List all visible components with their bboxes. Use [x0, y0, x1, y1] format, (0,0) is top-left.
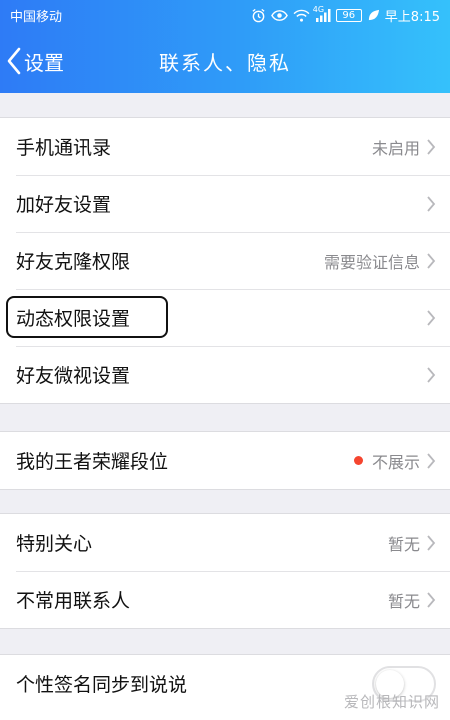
- row-feed-permission-settings[interactable]: 动态权限设置: [0, 289, 450, 346]
- wifi-icon: [293, 9, 310, 22]
- app-header: 中国移动 4G 96 早上8:15 设置 联系人、隐私: [0, 0, 450, 93]
- nav-bar: 设置 联系人、隐私: [0, 32, 450, 90]
- settings-group-game: 我的王者荣耀段位 不展示: [0, 431, 450, 490]
- chevron-right-icon: [426, 138, 436, 156]
- red-dot-badge: [353, 456, 363, 465]
- network-type: 4G: [312, 4, 325, 14]
- back-button-label: 设置: [24, 50, 64, 75]
- row-value: 暂无: [387, 534, 420, 554]
- alarm-icon: [251, 8, 266, 23]
- row-add-friend-settings[interactable]: 加好友设置: [0, 175, 450, 232]
- settings-group-contacts: 手机通讯录 未启用 加好友设置 好友克隆权限 需要验证信息 动态权限设置 好友微…: [0, 117, 450, 404]
- row-value: 未启用: [371, 138, 420, 158]
- eye-icon: [270, 9, 288, 22]
- chevron-right-icon: [426, 591, 436, 609]
- chevron-left-icon: [6, 47, 22, 75]
- row-infrequent-contacts[interactable]: 不常用联系人 暂无: [0, 571, 450, 628]
- row-phone-contacts[interactable]: 手机通讯录 未启用: [0, 118, 450, 175]
- row-friend-weishi-settings[interactable]: 好友微视设置: [0, 346, 450, 403]
- clock-time: 早上8:15: [384, 9, 440, 25]
- row-value: 暂无: [387, 591, 420, 611]
- back-button[interactable]: 设置: [6, 42, 64, 80]
- row-label: 手机通讯录: [16, 137, 112, 159]
- battery-indicator: 96: [335, 8, 362, 22]
- watermark: 爱创根知识网: [343, 693, 440, 711]
- carrier-name: 中国移动: [10, 9, 63, 25]
- chevron-right-icon: [426, 252, 436, 270]
- page-title: 联系人、隐私: [159, 50, 291, 75]
- row-label: 好友克隆权限: [16, 251, 131, 273]
- row-label: 加好友设置: [16, 194, 112, 216]
- row-friend-clone-permission[interactable]: 好友克隆权限 需要验证信息: [0, 232, 450, 289]
- chevron-right-icon: [426, 366, 436, 384]
- status-bar: 中国移动 4G 96 早上8:15: [0, 0, 450, 30]
- row-label: 我的王者荣耀段位: [16, 451, 169, 473]
- row-label: 个性签名同步到说说: [16, 674, 188, 696]
- row-special-care[interactable]: 特别关心 暂无: [0, 514, 450, 571]
- row-label: 动态权限设置: [16, 308, 131, 330]
- chevron-right-icon: [426, 195, 436, 213]
- row-label: 不常用联系人: [16, 590, 131, 612]
- leaf-icon: [367, 9, 380, 22]
- row-value: 需要验证信息: [323, 252, 420, 272]
- chevron-right-icon: [426, 309, 436, 327]
- row-honor-of-kings-rank[interactable]: 我的王者荣耀段位 不展示: [0, 432, 450, 489]
- chevron-right-icon: [426, 534, 436, 552]
- settings-group-special: 特别关心 暂无 不常用联系人 暂无: [0, 513, 450, 629]
- row-value: 不展示: [371, 452, 420, 472]
- chevron-right-icon: [426, 452, 436, 470]
- signal-icon: 4G: [313, 5, 331, 22]
- row-label: 特别关心: [16, 533, 93, 555]
- row-label: 好友微视设置: [16, 365, 131, 387]
